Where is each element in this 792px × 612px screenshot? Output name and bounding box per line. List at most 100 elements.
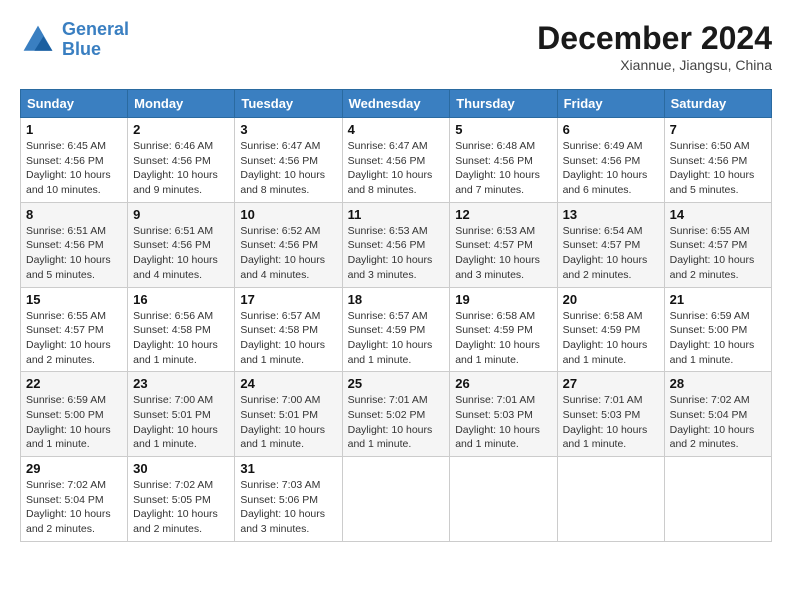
calendar-week-row: 22 Sunrise: 6:59 AM Sunset: 5:00 PM Dayli…: [21, 372, 772, 457]
day-info: Sunrise: 7:02 AM Sunset: 5:04 PM Dayligh…: [670, 393, 766, 452]
day-number: 27: [563, 376, 659, 391]
calendar-cell: 7 Sunrise: 6:50 AM Sunset: 4:56 PM Daylig…: [664, 118, 771, 203]
logo-text: General Blue: [62, 20, 129, 60]
day-number: 7: [670, 122, 766, 137]
weekday-header-sunday: Sunday: [21, 90, 128, 118]
day-number: 4: [348, 122, 445, 137]
calendar-cell: 22 Sunrise: 6:59 AM Sunset: 5:00 PM Dayli…: [21, 372, 128, 457]
location-subtitle: Xiannue, Jiangsu, China: [537, 57, 772, 73]
calendar-week-row: 29Sunrise: 7:02 AM Sunset: 5:04 PM Dayli…: [21, 457, 772, 542]
day-info: Sunrise: 7:01 AM Sunset: 5:03 PM Dayligh…: [563, 393, 659, 452]
day-info: Sunrise: 6:59 AM Sunset: 5:00 PM Dayligh…: [670, 309, 766, 368]
calendar-week-row: 1 Sunrise: 6:45 AM Sunset: 4:56 PM Daylig…: [21, 118, 772, 203]
calendar-cell: 24 Sunrise: 7:00 AM Sunset: 5:01 PM Dayli…: [235, 372, 342, 457]
month-title: December 2024: [537, 20, 772, 57]
calendar-cell: 19 Sunrise: 6:58 AM Sunset: 4:59 PM Dayli…: [450, 287, 557, 372]
day-info: Sunrise: 6:59 AM Sunset: 5:00 PM Dayligh…: [26, 393, 122, 452]
day-info: Sunrise: 6:57 AM Sunset: 4:59 PM Dayligh…: [348, 309, 445, 368]
day-number: 22: [26, 376, 122, 391]
calendar-cell: 28 Sunrise: 7:02 AM Sunset: 5:04 PM Dayli…: [664, 372, 771, 457]
day-info: Sunrise: 6:56 AM Sunset: 4:58 PM Dayligh…: [133, 309, 229, 368]
calendar-cell: 21Sunrise: 6:59 AM Sunset: 5:00 PM Dayli…: [664, 287, 771, 372]
calendar-cell: 29Sunrise: 7:02 AM Sunset: 5:04 PM Dayli…: [21, 457, 128, 542]
day-info: Sunrise: 7:02 AM Sunset: 5:05 PM Dayligh…: [133, 478, 229, 537]
calendar-cell: [664, 457, 771, 542]
calendar-cell: 15 Sunrise: 6:55 AM Sunset: 4:57 PM Dayli…: [21, 287, 128, 372]
day-number: 8: [26, 207, 122, 222]
calendar-cell: 30Sunrise: 7:02 AM Sunset: 5:05 PM Dayli…: [128, 457, 235, 542]
day-number: 31: [240, 461, 336, 476]
logo: General Blue: [20, 20, 129, 60]
day-number: 6: [563, 122, 659, 137]
day-info: Sunrise: 6:53 AM Sunset: 4:57 PM Dayligh…: [455, 224, 551, 283]
day-number: 23: [133, 376, 229, 391]
day-info: Sunrise: 6:49 AM Sunset: 4:56 PM Dayligh…: [563, 139, 659, 198]
logo-line1: General: [62, 19, 129, 39]
weekday-header-saturday: Saturday: [664, 90, 771, 118]
calendar-cell: [557, 457, 664, 542]
calendar-cell: 20 Sunrise: 6:58 AM Sunset: 4:59 PM Dayli…: [557, 287, 664, 372]
day-info: Sunrise: 7:00 AM Sunset: 5:01 PM Dayligh…: [133, 393, 229, 452]
calendar-cell: 5 Sunrise: 6:48 AM Sunset: 4:56 PM Daylig…: [450, 118, 557, 203]
day-number: 17: [240, 292, 336, 307]
day-info: Sunrise: 7:01 AM Sunset: 5:02 PM Dayligh…: [348, 393, 445, 452]
calendar-cell: 8 Sunrise: 6:51 AM Sunset: 4:56 PM Daylig…: [21, 202, 128, 287]
day-number: 24: [240, 376, 336, 391]
calendar-cell: 31Sunrise: 7:03 AM Sunset: 5:06 PM Dayli…: [235, 457, 342, 542]
calendar-cell: 14Sunrise: 6:55 AM Sunset: 4:57 PM Dayli…: [664, 202, 771, 287]
day-info: Sunrise: 6:46 AM Sunset: 4:56 PM Dayligh…: [133, 139, 229, 198]
day-number: 26: [455, 376, 551, 391]
day-number: 20: [563, 292, 659, 307]
weekday-header-thursday: Thursday: [450, 90, 557, 118]
day-number: 28: [670, 376, 766, 391]
day-number: 16: [133, 292, 229, 307]
calendar-cell: 6 Sunrise: 6:49 AM Sunset: 4:56 PM Daylig…: [557, 118, 664, 203]
weekday-header-tuesday: Tuesday: [235, 90, 342, 118]
logo-icon: [20, 22, 56, 58]
day-number: 19: [455, 292, 551, 307]
day-info: Sunrise: 6:51 AM Sunset: 4:56 PM Dayligh…: [26, 224, 122, 283]
day-info: Sunrise: 6:45 AM Sunset: 4:56 PM Dayligh…: [26, 139, 122, 198]
day-number: 11: [348, 207, 445, 222]
day-info: Sunrise: 6:53 AM Sunset: 4:56 PM Dayligh…: [348, 224, 445, 283]
calendar-cell: 27 Sunrise: 7:01 AM Sunset: 5:03 PM Dayli…: [557, 372, 664, 457]
day-info: Sunrise: 7:00 AM Sunset: 5:01 PM Dayligh…: [240, 393, 336, 452]
header: General Blue December 2024 Xiannue, Jian…: [20, 20, 772, 73]
day-number: 29: [26, 461, 122, 476]
calendar-cell: 2Sunrise: 6:46 AM Sunset: 4:56 PM Daylig…: [128, 118, 235, 203]
calendar-cell: 9Sunrise: 6:51 AM Sunset: 4:56 PM Daylig…: [128, 202, 235, 287]
day-info: Sunrise: 7:01 AM Sunset: 5:03 PM Dayligh…: [455, 393, 551, 452]
calendar-cell: 12 Sunrise: 6:53 AM Sunset: 4:57 PM Dayli…: [450, 202, 557, 287]
calendar-cell: 18 Sunrise: 6:57 AM Sunset: 4:59 PM Dayli…: [342, 287, 450, 372]
day-number: 1: [26, 122, 122, 137]
calendar-cell: 13 Sunrise: 6:54 AM Sunset: 4:57 PM Dayli…: [557, 202, 664, 287]
calendar-cell: [450, 457, 557, 542]
day-info: Sunrise: 6:55 AM Sunset: 4:57 PM Dayligh…: [26, 309, 122, 368]
day-number: 12: [455, 207, 551, 222]
logo-line2: Blue: [62, 39, 101, 59]
day-info: Sunrise: 6:54 AM Sunset: 4:57 PM Dayligh…: [563, 224, 659, 283]
calendar-cell: 1 Sunrise: 6:45 AM Sunset: 4:56 PM Daylig…: [21, 118, 128, 203]
weekday-header-row: SundayMondayTuesdayWednesdayThursdayFrid…: [21, 90, 772, 118]
calendar-cell: 3Sunrise: 6:47 AM Sunset: 4:56 PM Daylig…: [235, 118, 342, 203]
day-number: 18: [348, 292, 445, 307]
calendar-cell: 26 Sunrise: 7:01 AM Sunset: 5:03 PM Dayli…: [450, 372, 557, 457]
title-area: December 2024 Xiannue, Jiangsu, China: [537, 20, 772, 73]
day-number: 13: [563, 207, 659, 222]
calendar-week-row: 8 Sunrise: 6:51 AM Sunset: 4:56 PM Daylig…: [21, 202, 772, 287]
day-info: Sunrise: 6:58 AM Sunset: 4:59 PM Dayligh…: [455, 309, 551, 368]
weekday-header-monday: Monday: [128, 90, 235, 118]
day-info: Sunrise: 6:48 AM Sunset: 4:56 PM Dayligh…: [455, 139, 551, 198]
day-number: 15: [26, 292, 122, 307]
day-number: 3: [240, 122, 336, 137]
day-info: Sunrise: 6:50 AM Sunset: 4:56 PM Dayligh…: [670, 139, 766, 198]
day-info: Sunrise: 6:58 AM Sunset: 4:59 PM Dayligh…: [563, 309, 659, 368]
day-number: 5: [455, 122, 551, 137]
calendar-table: SundayMondayTuesdayWednesdayThursdayFrid…: [20, 89, 772, 542]
day-info: Sunrise: 6:47 AM Sunset: 4:56 PM Dayligh…: [348, 139, 445, 198]
weekday-header-friday: Friday: [557, 90, 664, 118]
calendar-cell: 17 Sunrise: 6:57 AM Sunset: 4:58 PM Dayli…: [235, 287, 342, 372]
day-number: 9: [133, 207, 229, 222]
day-number: 14: [670, 207, 766, 222]
day-info: Sunrise: 6:57 AM Sunset: 4:58 PM Dayligh…: [240, 309, 336, 368]
